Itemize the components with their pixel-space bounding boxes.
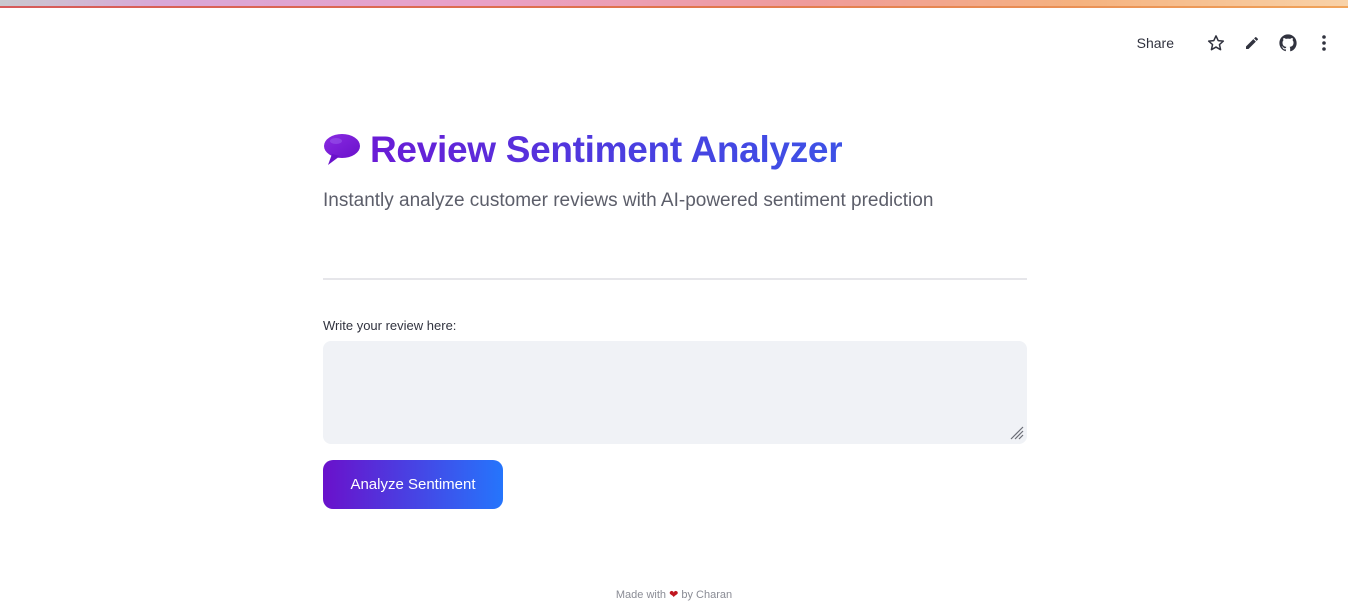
resize-handle-icon[interactable] [1010, 426, 1024, 440]
share-button[interactable]: Share [1137, 35, 1174, 51]
section-divider [323, 278, 1027, 280]
more-vertical-icon[interactable] [1312, 31, 1336, 55]
pencil-icon[interactable] [1240, 31, 1264, 55]
footer-credit: Made with ❤ by Charan [0, 588, 1348, 601]
page-title: Review Sentiment Analyzer [370, 129, 843, 170]
star-icon[interactable] [1204, 31, 1228, 55]
top-decoration-stripe [0, 0, 1348, 8]
review-textarea[interactable] [323, 341, 1027, 444]
page-header: Review Sentiment Analyzer [323, 129, 843, 171]
heart-icon: ❤ [669, 589, 679, 601]
analyze-sentiment-button[interactable]: Analyze Sentiment [323, 460, 503, 509]
review-input-label: Write your review here: [323, 318, 457, 333]
footer-prefix: Made with [615, 589, 667, 601]
app-toolbar: Share [1137, 31, 1336, 55]
footer-suffix: by Charan [681, 589, 733, 601]
page-subtitle: Instantly analyze customer reviews with … [323, 190, 934, 211]
speech-balloon-icon [323, 132, 361, 168]
github-icon[interactable] [1276, 31, 1300, 55]
